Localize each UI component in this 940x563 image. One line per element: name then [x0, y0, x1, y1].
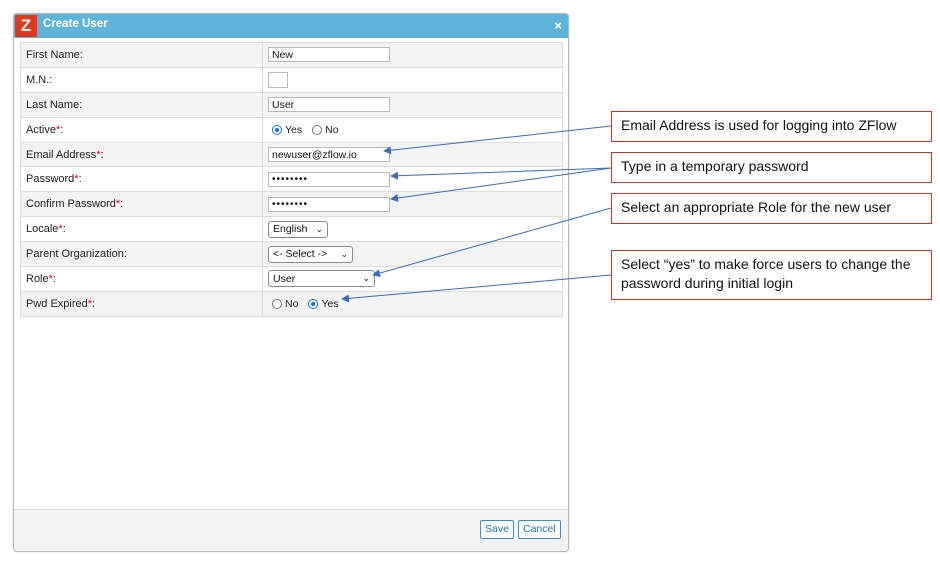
confirm-password-label: Confirm Password*:: [21, 192, 263, 217]
password-label: Password*:: [21, 167, 263, 192]
label-colon: :: [52, 273, 56, 286]
label-colon: :: [120, 198, 124, 211]
email-row: Email Address*:: [21, 142, 562, 168]
label-colon: :: [100, 148, 104, 161]
pwd-expired-yes-label[interactable]: Yes: [321, 298, 338, 310]
email-label-text: Email Address: [26, 148, 97, 161]
label-colon: :: [78, 173, 82, 186]
dialog-title: Create User: [43, 18, 108, 30]
label-colon: :: [92, 297, 96, 310]
zflow-logo-icon: Z: [15, 15, 37, 37]
password-callout: Type in a temporary password: [611, 152, 932, 183]
password-label-text: Password: [26, 173, 75, 186]
role-value: User: [273, 272, 296, 285]
email-label: Email Address*:: [21, 142, 263, 167]
middle-name-label: M.N.:: [21, 67, 263, 92]
pwd-expired-yes-radio[interactable]: [308, 298, 319, 309]
role-label: Role*:: [21, 267, 263, 291]
email-callout: Email Address is used for logging into Z…: [611, 111, 932, 142]
first-name-row: First Name:: [21, 43, 562, 68]
role-label-text: Role: [26, 273, 49, 286]
parent-org-label: Parent Organization:: [21, 242, 263, 267]
label-colon: :: [62, 223, 66, 236]
pwd-expired-callout: Select “yes” to make force users to chan…: [611, 250, 932, 300]
locale-select[interactable]: English ⌄: [268, 220, 328, 238]
parent-org-value: <- Select ->: [273, 248, 328, 261]
dialog-footer: Save Cancel: [14, 509, 568, 551]
role-callout: Select an appropriate Role for the new u…: [611, 193, 932, 224]
active-label: Active*:: [21, 117, 263, 142]
pwd-expired-radio-group: No Yes: [268, 298, 345, 310]
dialog-titlebar: Z Create User ×: [14, 14, 568, 38]
password-field[interactable]: ••••••••: [268, 171, 390, 187]
pwd-expired-row: Pwd Expired*: No Yes: [21, 291, 562, 317]
last-name-input[interactable]: [268, 97, 390, 113]
last-name-row: Last Name:: [21, 92, 562, 118]
email-field[interactable]: [268, 147, 390, 162]
user-form: First Name: M.N.: Last Name: Active*:: [20, 42, 563, 317]
locale-label: Locale*:: [21, 217, 263, 242]
active-label-text: Active: [26, 123, 56, 136]
role-select[interactable]: User ⌄: [268, 270, 375, 288]
middle-name-input[interactable]: [268, 71, 288, 88]
first-name-input[interactable]: [268, 47, 390, 63]
password-row: Password*: ••••••••: [21, 167, 562, 193]
active-yes-radio[interactable]: [272, 124, 282, 135]
parent-org-select[interactable]: <- Select -> ⌄: [268, 245, 353, 263]
save-button[interactable]: Save: [480, 520, 514, 539]
active-row: Active*: Yes No: [21, 117, 562, 143]
last-name-label: Last Name:: [21, 92, 263, 117]
create-user-dialog: Z Create User × First Name: M.N.: Last N…: [13, 13, 569, 552]
locale-value: English: [273, 223, 308, 236]
middle-name-row: M.N.:: [21, 67, 562, 93]
chevron-down-icon: ⌄: [315, 223, 323, 234]
pwd-expired-label: Pwd Expired*:: [21, 291, 263, 316]
parent-org-row: Parent Organization: <- Select -> ⌄: [21, 242, 562, 268]
chevron-down-icon: ⌄: [362, 273, 370, 284]
pwd-expired-no-radio[interactable]: [272, 298, 282, 309]
pwd-expired-no-label[interactable]: No: [285, 298, 298, 310]
active-no-label[interactable]: No: [325, 124, 338, 136]
active-no-radio[interactable]: [312, 124, 323, 135]
role-row: Role*: User ⌄: [21, 267, 562, 292]
cancel-button[interactable]: Cancel: [518, 520, 561, 539]
label-colon: :: [60, 123, 64, 136]
first-name-label: First Name:: [21, 43, 263, 67]
active-yes-label[interactable]: Yes: [285, 124, 302, 136]
confirm-password-field[interactable]: ••••••••: [268, 196, 390, 212]
chevron-down-icon: ⌄: [340, 248, 348, 259]
pwd-expired-label-text: Pwd Expired: [26, 297, 88, 310]
locale-row: Locale*: English ⌄: [21, 217, 562, 243]
confirm-password-row: Confirm Password*: ••••••••: [21, 192, 562, 218]
locale-label-text: Locale: [26, 223, 59, 236]
active-radio-group: Yes No: [268, 124, 345, 136]
confirm-password-label-text: Confirm Password: [26, 198, 116, 211]
close-icon[interactable]: ×: [552, 19, 564, 33]
